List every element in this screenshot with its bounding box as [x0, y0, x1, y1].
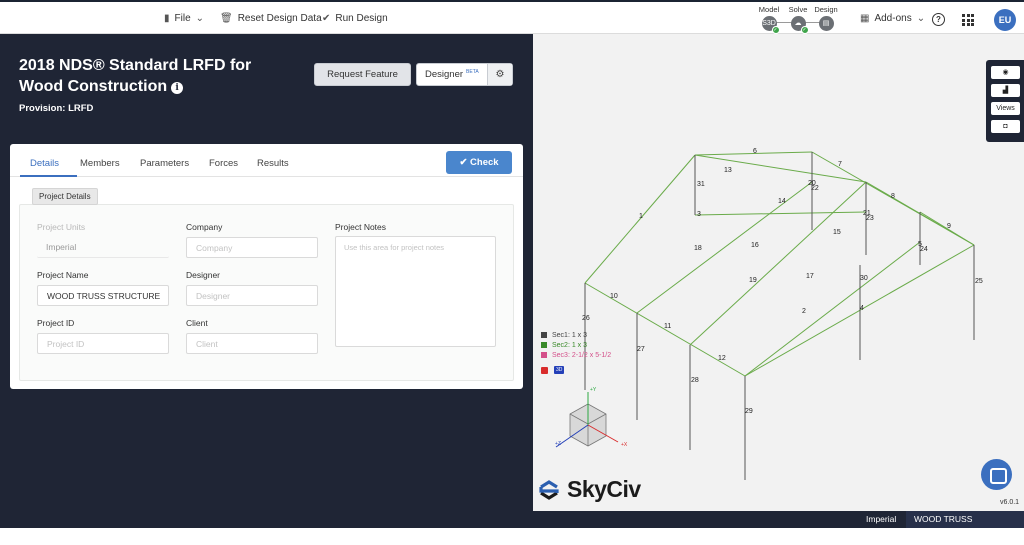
stage-solve[interactable]: Solve ☁ ✓ — [783, 5, 813, 34]
addons-menu[interactable]: ▦ Add-ons ⌄ — [860, 13, 925, 24]
request-feature-button[interactable]: Request Feature — [314, 63, 411, 86]
file-menu-label: File — [174, 13, 191, 24]
file-name-status: WOOD TRUSS STRUCTURE* — [906, 511, 1024, 541]
top-bar: ▮ File ⌄ 🗑 Reset Design Data ✔ Run Desig… — [0, 0, 1024, 34]
model-viewport[interactable] — [533, 34, 1024, 511]
project-notes-textarea[interactable]: Use this area for project notes — [335, 236, 496, 347]
project-units-label: Project Units — [37, 222, 86, 232]
project-notes-label: Project Notes — [335, 222, 387, 232]
document-icon: ▤ — [818, 16, 834, 31]
project-name-label: Project Name — [37, 270, 89, 280]
units-status[interactable]: Imperial — [866, 514, 896, 524]
model-icon: S3D ✓ — [761, 16, 780, 34]
view-controls: 3D — [541, 366, 565, 374]
provision-text: Provision: LRFD — [19, 103, 94, 114]
legend-label: Sec3: 2-1/2 x 5-1/2 — [552, 351, 612, 359]
active-tab-indicator — [20, 175, 77, 177]
legend-label: Sec2: 1 x 3 — [552, 341, 588, 349]
info-icon[interactable]: i — [171, 82, 184, 94]
check-icon: ✔ — [322, 13, 331, 24]
addons-label: Add-ons — [874, 13, 912, 24]
chevron-down-icon: ⌄ — [916, 13, 926, 24]
version-label: v6.0.1 — [1000, 499, 1020, 506]
view-toolbar: ◉ ▟ Views ◘ — [986, 60, 1024, 142]
legend-item: Sec3: 2-1/2 x 5-1/2 — [541, 350, 611, 360]
check-button-label: Check — [470, 157, 499, 168]
check-button[interactable]: ✔ Check — [446, 151, 512, 174]
chat-icon[interactable] — [981, 459, 1012, 490]
project-units-field: Imperial — [37, 237, 169, 258]
project-name-input[interactable]: WOOD TRUSS STRUCTURE — [37, 285, 169, 306]
lock-icon[interactable] — [541, 366, 548, 374]
cloud-icon: ☁ ✓ — [790, 16, 809, 34]
skyciv-logo-text: SkyCiv — [567, 476, 641, 502]
chart-icon[interactable]: ▟ — [991, 84, 1020, 97]
company-input[interactable]: Company — [186, 237, 318, 258]
legend-swatch — [541, 352, 547, 358]
client-label: Client — [186, 318, 208, 328]
page-title-text: 2018 NDS® Standard LRFD for Wood Constru… — [19, 57, 252, 95]
help-icon[interactable]: ? — [932, 13, 945, 26]
beta-badge: BETA — [466, 69, 479, 75]
tab-members[interactable]: Members — [80, 158, 120, 169]
check-icon: ✓ — [771, 26, 780, 34]
tab-results[interactable]: Results — [257, 158, 289, 169]
run-design-button[interactable]: ✔ Run Design — [322, 13, 388, 24]
trash-icon: 🗑 — [220, 13, 233, 24]
legend-item: Sec1: 1 x 3 — [541, 330, 611, 340]
tab-details[interactable]: Details — [30, 158, 59, 169]
project-id-input[interactable]: Project ID — [37, 333, 169, 354]
stage-model[interactable]: Model S3D ✓ — [754, 5, 784, 34]
skyciv-logo: SkyCiv — [537, 476, 641, 503]
file-icon: ▮ — [164, 13, 170, 24]
designer-label: Designer BETA — [425, 69, 479, 81]
3d-badge[interactable]: 3D — [554, 366, 565, 374]
file-menu[interactable]: ▮ File ⌄ — [164, 13, 204, 24]
stage-model-label: Model — [758, 5, 780, 14]
settings-icon[interactable]: ⚙ — [487, 64, 512, 85]
check-icon: ✓ — [800, 26, 809, 34]
visibility-eye-icon[interactable]: ◉ — [991, 66, 1020, 79]
client-input[interactable]: Client — [186, 333, 318, 354]
page-title: 2018 NDS® Standard LRFD for Wood Constru… — [19, 55, 279, 97]
stage-solve-label: Solve — [788, 5, 808, 14]
stage-design[interactable]: Design ▤ — [811, 5, 841, 31]
avatar[interactable]: EU — [994, 9, 1016, 31]
project-id-label: Project ID — [37, 318, 75, 328]
tab-parameters[interactable]: Parameters — [140, 158, 189, 169]
tab-forces[interactable]: Forces — [209, 158, 238, 169]
skyciv-logo-icon — [539, 479, 559, 500]
addons-grid-icon: ▦ — [860, 13, 870, 24]
legend-swatch — [541, 332, 547, 338]
company-label: Company — [186, 222, 223, 232]
designer-field-label: Designer — [186, 270, 221, 280]
legend-item: Sec2: 1 x 3 — [541, 340, 611, 350]
camera-icon[interactable]: ◘ — [991, 120, 1020, 133]
legend-swatch — [541, 342, 547, 348]
designer-button[interactable]: Designer BETA ⚙ — [416, 63, 513, 86]
chevron-down-icon: ⌄ — [195, 13, 205, 24]
details-card: Details Members Parameters Forces Result… — [10, 144, 523, 389]
stage-design-label: Design — [814, 5, 838, 14]
section-legend: Sec1: 1 x 3 Sec2: 1 x 3 Sec3: 2-1/2 x 5-… — [541, 330, 611, 360]
designer-input[interactable]: Designer — [186, 285, 318, 306]
legend-label: Sec1: 1 x 3 — [552, 331, 588, 339]
apps-grid-icon[interactable] — [962, 14, 974, 26]
reset-design-data-label: Reset Design Data — [237, 13, 322, 24]
section-tag-project-details: Project Details — [32, 188, 98, 205]
reset-design-data-button[interactable]: 🗑 Reset Design Data — [220, 13, 322, 24]
run-design-label: Run Design — [335, 13, 388, 24]
views-button[interactable]: Views — [991, 102, 1020, 115]
